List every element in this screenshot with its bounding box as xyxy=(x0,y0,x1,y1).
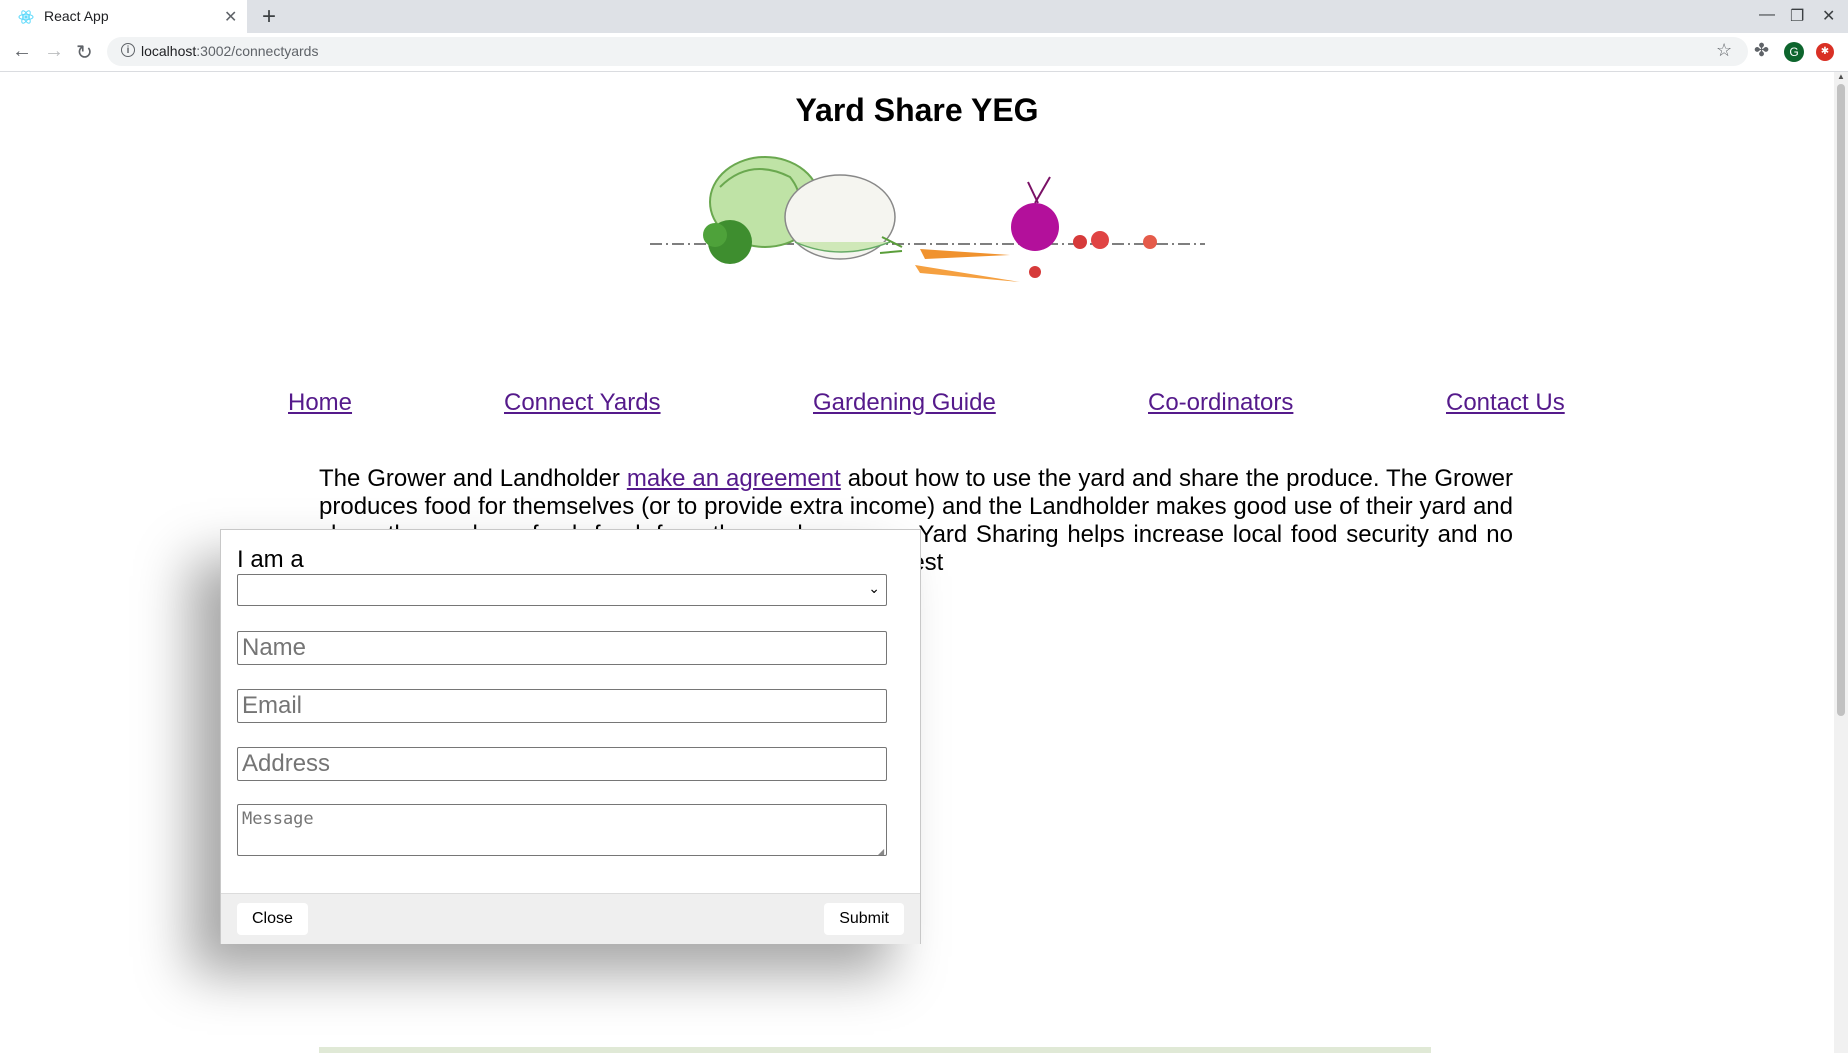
url-host: localhost xyxy=(141,43,197,59)
chevron-down-icon: ⌄ xyxy=(868,580,880,596)
page-scrollbar[interactable]: ▲ xyxy=(1834,72,1848,1053)
nav-link-contact-us[interactable]: Contact Us xyxy=(1446,389,1565,417)
tab-close-icon[interactable]: ✕ xyxy=(224,7,237,27)
new-tab-icon[interactable]: + xyxy=(262,3,276,31)
message-field[interactable] xyxy=(237,804,887,856)
browser-tab-bar: React App ✕ + — ❐ ✕ xyxy=(0,0,1848,33)
scroll-up-arrow-icon[interactable]: ▲ xyxy=(1837,72,1845,81)
url-text: localhost:3002/connectyards xyxy=(141,43,318,59)
modal-footer: Close Submit xyxy=(221,893,920,944)
browser-toolbar: ← → ↻ i localhost:3002/connectyards ☆ xyxy=(0,33,1848,72)
role-select-label: I am a xyxy=(237,546,304,573)
window-close-icon[interactable]: ✕ xyxy=(1822,6,1835,26)
site-info-icon[interactable]: i xyxy=(121,43,135,57)
vegetables-banner-image xyxy=(650,156,1205,282)
page-title: Yard Share YEG xyxy=(795,92,1039,128)
address-field[interactable] xyxy=(237,747,887,781)
make-agreement-link[interactable]: make an agreement xyxy=(627,465,841,492)
minimize-icon[interactable]: — xyxy=(1759,6,1775,24)
back-icon[interactable]: ← xyxy=(12,40,32,63)
url-path: :3002/connectyards xyxy=(196,43,319,59)
nav-link-home[interactable]: Home xyxy=(288,389,352,417)
map-preview[interactable] xyxy=(319,1047,1431,1053)
scrollbar-thumb[interactable] xyxy=(1837,84,1845,716)
nav-link-gardening-guide[interactable]: Gardening Guide xyxy=(813,389,996,417)
extensions-puzzle-icon[interactable]: ✤ xyxy=(1754,40,1769,61)
react-logo-icon xyxy=(18,10,34,24)
address-bar[interactable]: i localhost:3002/connectyards ☆ xyxy=(107,37,1748,66)
name-field[interactable] xyxy=(237,631,887,665)
para-text-before: The Grower and Landholder xyxy=(319,465,627,492)
extension-red-icon[interactable]: ✱ xyxy=(1816,43,1834,61)
restore-icon[interactable]: ❐ xyxy=(1790,6,1804,26)
forward-icon[interactable]: → xyxy=(44,40,64,63)
nav-link-connect-yards[interactable]: Connect Yards xyxy=(504,389,661,417)
reload-icon[interactable]: ↻ xyxy=(76,40,93,65)
textarea-resize-handle-icon[interactable]: ◢ xyxy=(878,847,886,856)
email-field[interactable] xyxy=(237,689,887,723)
close-button[interactable]: Close xyxy=(237,903,308,935)
nav-link-coordinators[interactable]: Co-ordinators xyxy=(1148,389,1293,417)
profile-avatar[interactable]: G xyxy=(1784,42,1804,62)
browser-tab[interactable]: React App ✕ xyxy=(0,0,247,33)
tab-title: React App xyxy=(44,8,109,24)
contact-modal: I am a ⌄ ◢ Close Submit xyxy=(220,529,921,944)
bookmark-star-icon[interactable]: ☆ xyxy=(1716,40,1732,61)
submit-button[interactable]: Submit xyxy=(824,903,904,935)
role-select[interactable]: ⌄ xyxy=(237,574,887,606)
